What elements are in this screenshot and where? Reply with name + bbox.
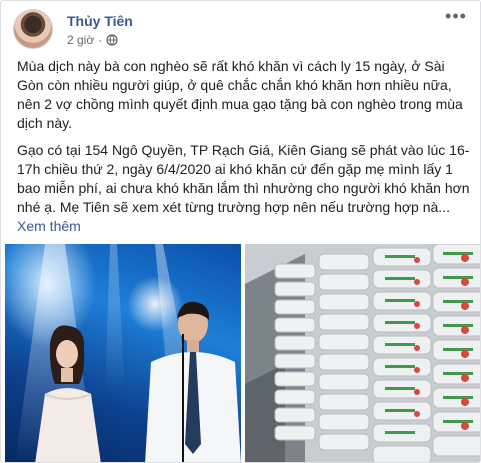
post-photos (1, 244, 480, 462)
photo-couple-stage[interactable] (5, 244, 241, 462)
post-paragraph-1: Mùa dịch này bà con nghèo sẽ rất khó khă… (17, 58, 463, 131)
stage-photo-illustration (15, 244, 241, 462)
rice-bags-illustration (245, 244, 480, 462)
photo-rice-bags[interactable] (245, 244, 480, 462)
see-more-link[interactable]: Xem thêm (17, 218, 81, 234)
post-meta: 2 giờ · (67, 33, 118, 47)
more-options-icon[interactable]: ••• (444, 7, 468, 29)
author-avatar[interactable] (13, 9, 53, 49)
meta-separator: · (98, 33, 103, 47)
post-header: Thủy Tiên 2 giờ · ••• (13, 7, 470, 53)
post-paragraph-2-text: Gạo có tại 154 Ngô Quyền, TP Rạch Giá, K… (17, 142, 470, 215)
author-name-link[interactable]: Thủy Tiên (67, 13, 133, 29)
post-timestamp[interactable]: 2 giờ (67, 33, 94, 47)
globe-icon[interactable] (106, 34, 118, 46)
post-paragraph-2: Gạo có tại 154 Ngô Quyền, TP Rạch Giá, K… (17, 141, 472, 236)
post-body: Mùa dịch này bà con nghèo sẽ rất khó khă… (17, 57, 472, 244)
facebook-post: Thủy Tiên 2 giờ · ••• Mùa dịch này bà co… (0, 0, 481, 463)
